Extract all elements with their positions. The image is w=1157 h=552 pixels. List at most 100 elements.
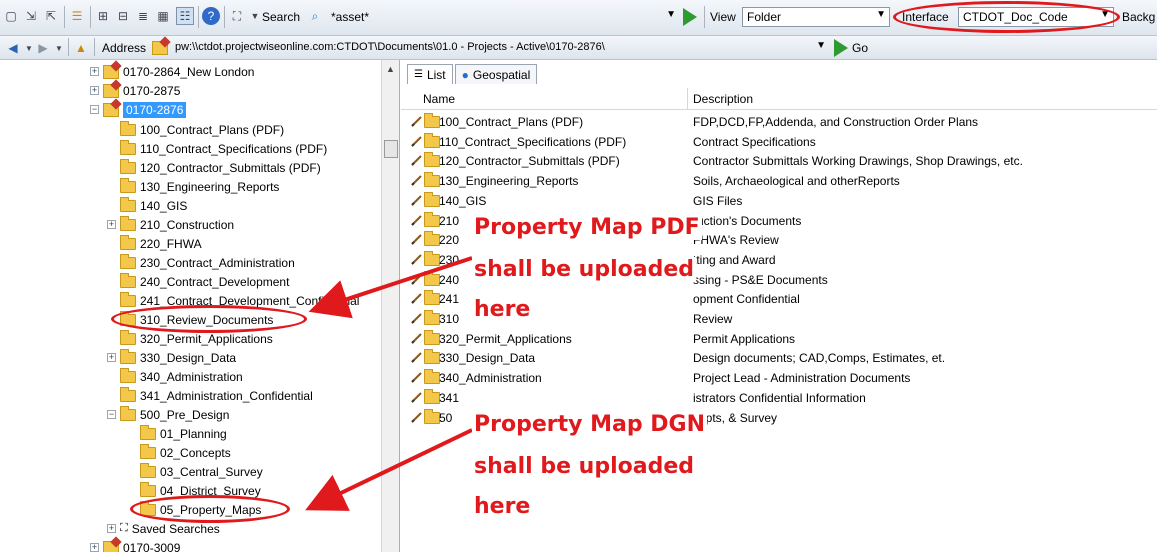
check-out-icon[interactable]: ⇱ (42, 7, 60, 25)
row-description: Soils, Archaeological and otherReports (693, 174, 900, 189)
tree-item[interactable]: − 500_Pre_Design (107, 405, 229, 424)
tree-item[interactable]: 130_Engineering_Reports (120, 177, 279, 196)
table-row[interactable]: 320_Permit_Applications Permit Applicatio… (411, 329, 1151, 349)
pencil-icon (411, 155, 422, 167)
folder-icon (120, 405, 136, 421)
tree-item-label: 140_GIS (140, 198, 188, 213)
tree-item[interactable]: + 0170-2875 (90, 81, 180, 100)
scroll-up-icon[interactable]: ▲ (386, 64, 395, 74)
review-documents-highlight-ellipse (111, 305, 307, 333)
tree-item[interactable]: + 330_Design_Data (107, 348, 236, 367)
binoculars-icon[interactable]: ⛶ (228, 7, 246, 25)
column-header-description[interactable]: Description (693, 92, 753, 106)
project-icon (103, 540, 119, 552)
expand-icon[interactable]: + (90, 543, 99, 552)
tree-item[interactable]: 02_Concepts (140, 443, 231, 462)
expand-icon[interactable]: + (107, 353, 116, 362)
annotation-pdf-line1: Property Map PDF (472, 215, 702, 240)
table-row[interactable]: 340_Administration Project Lead - Adminis… (411, 368, 1151, 388)
check-in-icon[interactable]: ⇲ (22, 7, 40, 25)
tree-item[interactable]: + 0170-2864_New London (90, 62, 254, 81)
table-row[interactable]: 140_GIS GIS Files (411, 191, 1151, 211)
tree-item[interactable]: 120_Contractor_Submittals (PDF) (120, 158, 321, 177)
table-row[interactable]: 120_Contractor_Submittals (PDF) Contracto… (411, 151, 1151, 171)
tree-item-label: 0170-2876 (123, 101, 187, 118)
tree-item[interactable]: 01_Planning (140, 424, 227, 443)
folder-icon (120, 253, 136, 269)
row-name: 100_Contract_Plans (PDF) (439, 115, 584, 129)
tree-item-label: 03_Central_Survey (160, 464, 263, 479)
row-name: 341 (439, 390, 460, 405)
folder-icon (424, 132, 440, 148)
table-row[interactable]: 330_Design_Data Design documents; CAD,Com… (411, 348, 1151, 368)
tree-item-label: 500_Pre_Design (140, 407, 230, 422)
row-description: Contract Specifications (693, 134, 816, 149)
expand-icon[interactable]: + (107, 524, 116, 533)
folder-icon (424, 152, 440, 168)
expand-icon[interactable]: + (90, 67, 99, 76)
search-input[interactable]: *asset* ▼ (326, 7, 680, 27)
expand-icon[interactable]: + (90, 86, 99, 95)
tree-item[interactable]: 230_Contract_Administration (120, 253, 295, 272)
folder-icon (120, 158, 136, 174)
folder-icon (140, 424, 156, 440)
tree-scrollbar[interactable]: ▲ (381, 60, 399, 552)
folder-icon (424, 388, 440, 404)
tree-item[interactable]: 341_Administration_Confidential (120, 386, 313, 405)
tab-geospatial[interactable]: ● Geospatial (454, 64, 538, 84)
tab-list[interactable]: ☰ List (407, 64, 453, 84)
new-document-icon[interactable]: ▢ (2, 7, 20, 25)
table-row[interactable]: 110_Contract_Specifications (PDF) Contrac… (411, 132, 1151, 152)
row-name: 241 (439, 292, 460, 307)
folder-icon (424, 211, 440, 227)
row-description: Contractor Submittals Working Drawings, … (693, 154, 1023, 169)
help-icon[interactable]: ? (202, 7, 220, 25)
table-row[interactable]: 130_Engineering_Reports Soils, Archaeolog… (411, 171, 1151, 191)
view-list-icon[interactable]: ≣ (134, 7, 152, 25)
search-icon[interactable]: ⌕ (306, 7, 324, 25)
chevron-down-icon[interactable]: ▼ (50, 39, 68, 57)
tree-item[interactable]: + 210_Construction (107, 215, 234, 234)
chevron-down-icon[interactable]: ▼ (666, 9, 676, 20)
search-value: *asset* (331, 10, 370, 24)
binoculars-icon: ⛶ (120, 522, 128, 534)
stack-icon[interactable]: ☰ (68, 7, 86, 25)
tree-item[interactable]: 220_FHWA (120, 234, 202, 253)
up-folder-icon[interactable]: ▲ (72, 39, 90, 57)
tree-item[interactable]: 110_Contract_Specifications (PDF) (120, 139, 327, 158)
address-input[interactable]: pw:\\ctdot.projectwiseonline.com:CTDOT\D… (170, 38, 830, 58)
table-row[interactable]: 100_Contract_Plans (PDF) FDP,DCD,FP,Adden… (411, 112, 1151, 132)
folder-icon (424, 270, 440, 286)
tree-item[interactable]: 03_Central_Survey (140, 462, 263, 481)
go-arrow-icon[interactable] (834, 39, 848, 57)
tree-item[interactable]: + 0170-3009 (90, 538, 180, 552)
table-row[interactable]: 341 istrators Confidential Information (411, 388, 1151, 408)
run-search-icon[interactable] (683, 8, 697, 26)
tree-item[interactable]: 140_GIS (120, 196, 187, 215)
tree-item-selected[interactable]: − 0170-2876 (90, 100, 187, 119)
view-grid-icon[interactable]: ☷ (176, 7, 194, 25)
folder-icon (120, 234, 136, 250)
view-details-icon[interactable]: ▦ (154, 7, 172, 25)
tree-item[interactable]: 340_Administration (120, 367, 243, 386)
pencil-icon (411, 175, 422, 186)
collapse-icon[interactable]: − (107, 410, 116, 419)
address-toolbar: ◀ ▼ ▶ ▼ ▲ Address pw:\\ctdot.projectwise… (0, 36, 1157, 60)
tree-item[interactable]: 240_Contract_Development (120, 272, 289, 291)
view-small-icons-icon[interactable]: ⊟ (114, 7, 132, 25)
projectwise-window: ▢ ⇲ ⇱ ☰ ⊞ ⊟ ≣ ▦ ☷ ? ⛶ ▼ Search ⌕ *asset*… (0, 0, 1157, 552)
collapse-icon[interactable]: − (90, 105, 99, 114)
go-button[interactable]: Go (852, 41, 868, 55)
chevron-down-icon[interactable]: ▼ (816, 40, 826, 51)
column-header-name[interactable]: Name (423, 92, 455, 106)
view-select[interactable]: Folder ▼ (742, 7, 890, 27)
row-description: FDP,DCD,FP,Addenda, and Construction Ord… (693, 115, 979, 129)
expand-icon[interactable]: + (107, 220, 116, 229)
tree-item[interactable]: 100_Contract_Plans (PDF) (120, 120, 284, 139)
project-icon (103, 102, 119, 117)
view-large-icons-icon[interactable]: ⊞ (94, 7, 112, 25)
tree-item-label: 210_Construction (140, 217, 235, 232)
chevron-down-icon[interactable]: ▼ (876, 9, 886, 20)
scrollbar-thumb[interactable] (384, 140, 398, 158)
row-name: 120_Contractor_Submittals (PDF) (439, 154, 620, 169)
